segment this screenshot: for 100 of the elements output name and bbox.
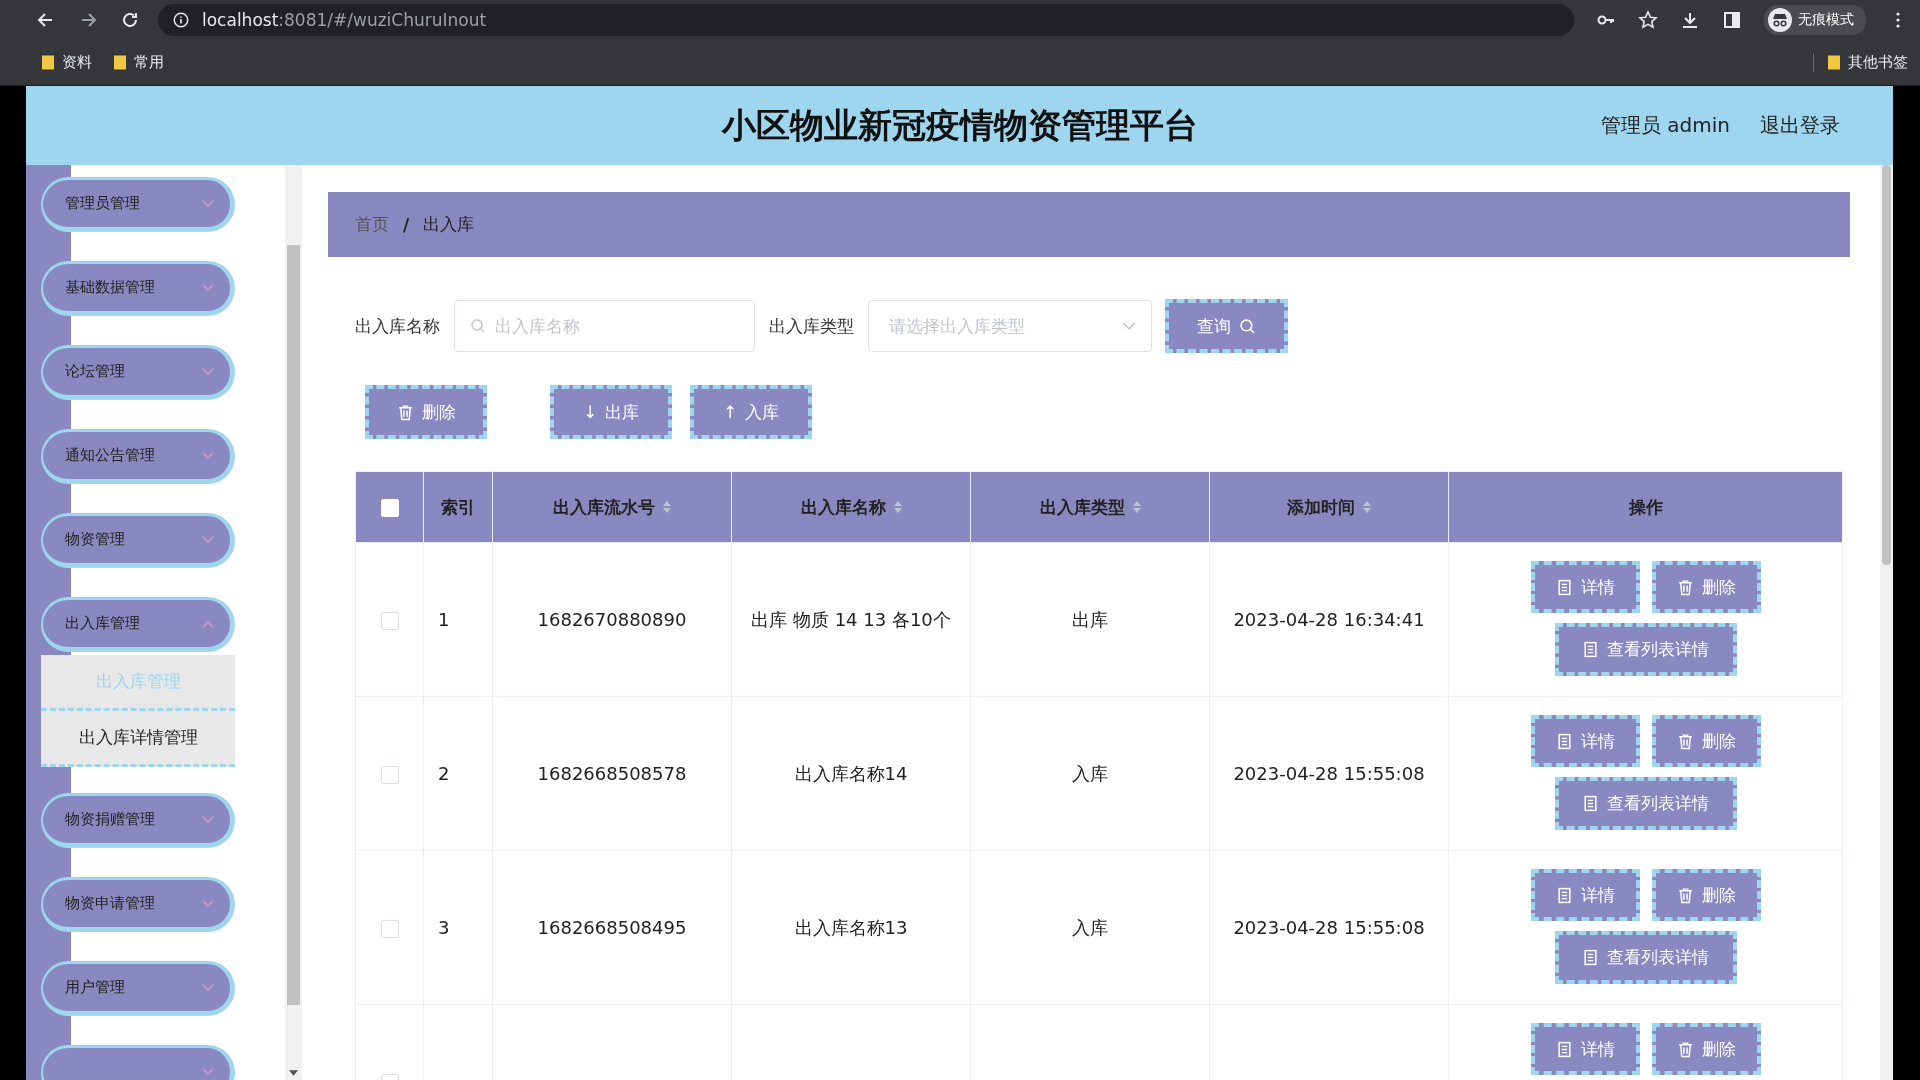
menu-item[interactable]: 物资捐赠管理 [41,793,235,848]
chevron-icon [202,1067,214,1076]
table-cell: 1682670880890 [537,609,687,630]
document-icon [1582,641,1599,658]
table-cell: 3 [438,917,450,938]
delete-button[interactable]: 删除 [1651,869,1761,921]
column-header[interactable]: 添加时间 [1287,495,1371,519]
row-checkbox[interactable] [380,766,399,784]
table-cell: 入库 [1072,762,1108,784]
menu-item[interactable]: 基础数据管理 [41,261,235,316]
delete-button[interactable]: 删除 [365,385,487,439]
menu-item[interactable]: 出入库管理 [41,597,235,652]
document-icon [1582,795,1599,812]
search-icon [470,318,486,334]
logout-link[interactable]: 退出登录 [1760,112,1840,139]
select-all-checkbox[interactable] [380,499,399,517]
table-cell: 2023-04-28 15:55:08 [1233,763,1425,784]
trash-icon [1676,1040,1694,1058]
table-cell: 1682668508578 [537,763,687,784]
column-header[interactable]: 出入库类型 [1039,495,1141,519]
user-label: 管理员 admin [1600,112,1730,139]
folder-icon [1828,54,1840,70]
detail-button[interactable]: 查看列表详情 [1554,623,1737,676]
row-checkbox[interactable] [380,612,399,630]
action-button[interactable]: ↑ 入库 [690,385,812,439]
menu-item[interactable]: 管理员管理 [41,177,235,232]
table-cell: 出库 物质 14 13 各10个 [751,608,951,630]
submenu-item[interactable]: 出入库详情管理 [41,711,235,767]
chevron-icon [202,199,214,208]
table-cell: 1682668508495 [537,917,687,938]
search-field[interactable]: 出入库名称 [454,300,755,352]
table-cell: 2023-04-28 15:55:08 [1233,917,1425,938]
incognito-badge[interactable]: 无痕模式 [1764,4,1866,35]
folder-icon [114,54,126,70]
column-header[interactable]: 出入库流水号 [553,495,671,519]
chevron-icon [202,619,214,628]
trash-icon [1676,886,1694,904]
document-icon [1582,949,1599,966]
folder-icon [42,54,54,70]
table-cell: 1 [438,609,450,630]
table-cell: 2 [438,763,450,784]
delete-button[interactable]: 删除 [1651,715,1761,767]
info-icon [172,10,190,29]
document-icon [1555,1040,1573,1058]
table-cell: 出库 [1072,608,1108,630]
chevron-icon [202,899,214,908]
field-label: 出入库类型 [769,314,854,338]
detail-button[interactable]: 详情 [1530,561,1640,613]
incognito-icon [1768,7,1792,32]
detail-button[interactable]: 查看列表详情 [1554,931,1737,984]
chevron-icon [1122,322,1136,331]
delete-button[interactable]: 删除 [1651,561,1761,613]
chevron-icon [202,535,214,544]
menu-item[interactable]: 物资申请管理 [41,877,235,932]
scrollbar[interactable] [285,165,302,1080]
delete-button[interactable]: 删除 [1651,1023,1761,1075]
address-bar[interactable]: localhost:8081/#/wuziChuruInout [158,3,1574,36]
scrollbar[interactable] [1880,165,1893,1080]
breadcrumb-separator: / [403,214,410,235]
query-button[interactable]: 查询 [1165,299,1288,353]
bookmark[interactable]: 其他书签 [1828,52,1908,72]
menu-item[interactable]: 通知公告管理 [41,429,235,484]
trash-icon [1676,578,1694,596]
chevron-icon [202,367,214,376]
search-icon [1239,317,1256,335]
detail-button[interactable]: 详情 [1530,1023,1640,1075]
type-select[interactable]: 请选择出入库类型 [868,300,1152,352]
bookmark[interactable]: 资料 [42,52,92,72]
action-button[interactable]: ↓ 出库 [550,385,672,439]
chevron-icon [202,451,214,460]
detail-button[interactable]: 详情 [1530,715,1640,767]
trash-icon [1676,732,1694,750]
table-cell: 出入库名称13 [794,916,908,938]
menu-item[interactable]: 物资管理 [41,513,235,568]
scroll-down-icon[interactable] [289,1070,298,1076]
document-icon [1555,732,1573,750]
menu-item[interactable]: 用户管理 [41,961,235,1016]
detail-button[interactable]: 详情 [1530,869,1640,921]
detail-button[interactable]: 查看列表详情 [1554,777,1737,830]
chevron-icon [202,983,214,992]
field-label: 出入库名称 [355,314,440,338]
chevron-icon [202,815,214,824]
document-icon [1555,886,1573,904]
row-checkbox[interactable] [380,920,399,938]
document-icon [1555,578,1573,596]
table-cell: 入库 [1072,916,1108,938]
star-icon[interactable] [1638,9,1658,30]
table-cell: 出入库名称14 [794,762,908,784]
breadcrumb-current: 出入库 [423,213,475,236]
column-header[interactable]: 出入库名称 [800,495,902,519]
url-text: localhost:8081/#/wuziChuruInout [202,9,487,30]
trash-icon [396,403,414,421]
column-header[interactable]: 操作 [1628,495,1663,519]
menu-item[interactable]: 论坛管理 [41,345,235,400]
bookmark[interactable]: 常用 [114,52,164,72]
side-panel-icon[interactable] [1722,9,1742,30]
site-title: 小区物业新冠疫情物资管理平台 [721,103,1198,147]
column-header[interactable]: 索引 [441,495,475,519]
table-cell: 2023-04-28 16:34:41 [1233,609,1425,630]
chevron-icon [202,283,214,292]
